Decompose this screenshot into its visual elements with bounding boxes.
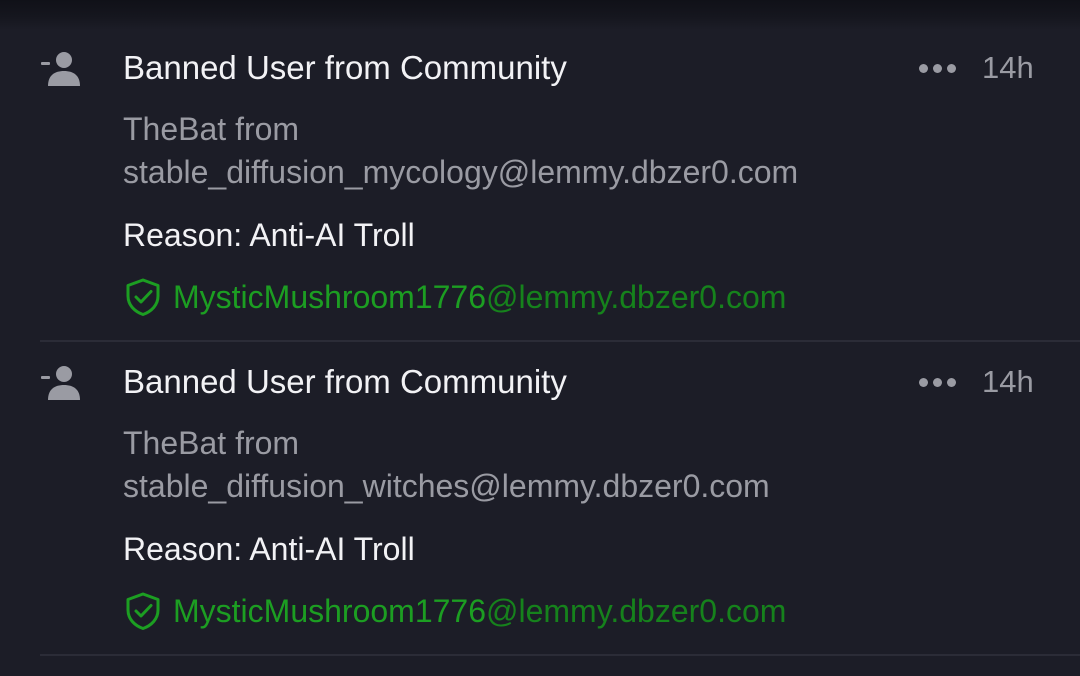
more-options-button[interactable] <box>910 364 964 400</box>
more-dot <box>918 377 928 387</box>
item-divider <box>40 654 1080 656</box>
banned-user-text[interactable]: TheBat from <box>123 108 1023 151</box>
moderator-name: MysticMushroom1776@lemmy.dbzer0.com <box>173 275 786 319</box>
ban-reason: Reason: Anti-AI Troll <box>123 531 415 567</box>
moderator-name: MysticMushroom1776@lemmy.dbzer0.com <box>173 589 786 633</box>
shield-check-icon <box>126 592 160 630</box>
shield-check-icon <box>126 278 160 316</box>
moderator-link[interactable]: MysticMushroom1776@lemmy.dbzer0.com <box>123 275 786 319</box>
action-details: TheBat from stable_diffusion_mycology@le… <box>123 108 1023 194</box>
moderator-instance: @lemmy.dbzer0.com <box>486 593 787 629</box>
moderator-link[interactable]: MysticMushroom1776@lemmy.dbzer0.com <box>123 589 786 633</box>
action-details: TheBat from stable_diffusion_witches@lem… <box>123 422 1023 508</box>
more-dot <box>946 377 956 387</box>
more-dot <box>932 377 942 387</box>
more-dot <box>946 63 956 73</box>
modlog-item[interactable]: Banned User from Community 14h TheBat fr… <box>0 342 1080 656</box>
more-options-button[interactable] <box>910 50 964 86</box>
more-dot <box>932 63 942 73</box>
ban-reason: Reason: Anti-AI Troll <box>123 217 415 253</box>
moderator-username: MysticMushroom1776 <box>173 593 486 629</box>
user-remove-icon <box>41 366 80 400</box>
item-title: Banned User from Community <box>123 49 567 86</box>
more-dot <box>918 63 928 73</box>
moderator-username: MysticMushroom1776 <box>173 279 486 315</box>
timestamp: 14h <box>982 364 1034 399</box>
banned-user-text[interactable]: TheBat from <box>123 422 1023 465</box>
modlog-feed: Banned User from Community 14h TheBat fr… <box>0 28 1080 656</box>
top-app-bar-shadow <box>0 0 1080 30</box>
community-link[interactable]: stable_diffusion_witches@lemmy.dbzer0.co… <box>123 465 1023 508</box>
modlog-item[interactable]: Banned User from Community 14h TheBat fr… <box>0 28 1080 342</box>
item-title: Banned User from Community <box>123 363 567 400</box>
community-link[interactable]: stable_diffusion_mycology@lemmy.dbzer0.c… <box>123 151 1023 194</box>
user-remove-icon <box>41 52 80 86</box>
timestamp: 14h <box>982 50 1034 85</box>
moderator-instance: @lemmy.dbzer0.com <box>486 279 787 315</box>
